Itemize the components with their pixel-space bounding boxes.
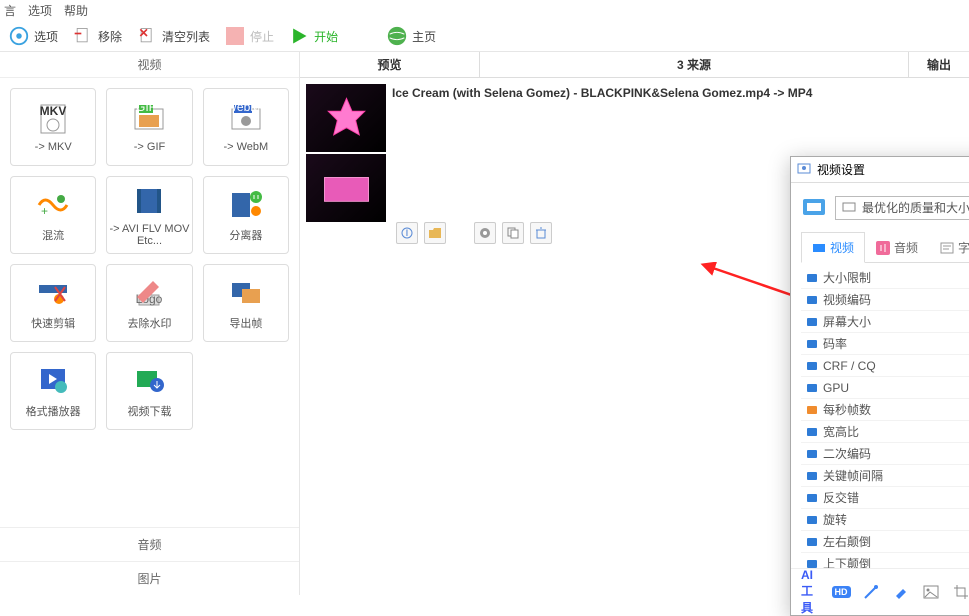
play-icon xyxy=(288,25,310,47)
clear-button[interactable]: 清空列表 xyxy=(136,25,210,47)
image-button[interactable] xyxy=(921,583,941,601)
col-output: 输出 xyxy=(909,52,969,77)
svg-text:WebM: WebM xyxy=(228,101,260,114)
property-row[interactable]: 屏幕大小<1080p xyxy=(801,311,969,333)
remove-icon xyxy=(72,25,94,47)
format-tile-avi[interactable]: -> AVI FLV MOV Etc... xyxy=(106,176,192,254)
folder-button[interactable] xyxy=(424,222,446,244)
dialog-icon xyxy=(797,161,811,178)
wand-button[interactable] xyxy=(861,583,881,601)
property-row[interactable]: 左右颠倒否 xyxy=(801,531,969,553)
video-section-header: 视频 xyxy=(0,52,299,78)
image-section[interactable]: 图片 xyxy=(0,561,299,595)
format-tile-mux[interactable]: +混流 xyxy=(10,176,96,254)
format-tile-gif[interactable]: GIF-> GIF xyxy=(106,88,192,166)
format-tile-player[interactable]: 格式播放器 xyxy=(10,352,96,430)
tab-subtitle[interactable]: 字幕 xyxy=(929,232,969,262)
property-row[interactable]: 视频编码HEVC(H265) xyxy=(801,289,969,311)
tab-audio[interactable]: 音频 xyxy=(865,232,929,262)
format-tile-webm[interactable]: WebM-> WebM xyxy=(203,88,289,166)
options-button[interactable]: 选项 xyxy=(8,25,58,47)
format-tile-cut[interactable]: 快速剪辑 xyxy=(10,264,96,342)
menu-item[interactable]: 选项 xyxy=(28,2,52,19)
property-row[interactable]: 旋转否 xyxy=(801,509,969,531)
property-row[interactable]: 上下颠倒否 xyxy=(801,553,969,568)
hd-button[interactable]: HD xyxy=(831,583,851,601)
svg-text:GIF: GIF xyxy=(136,101,156,114)
audio-section[interactable]: 音频 xyxy=(0,527,299,561)
globe-icon xyxy=(386,25,408,47)
col-source: 3 来源 xyxy=(480,52,909,77)
svg-text:i: i xyxy=(406,227,409,239)
property-row[interactable]: 关键帧间隔默认 xyxy=(801,465,969,487)
format-tile-download[interactable]: 视频下载 xyxy=(106,352,192,430)
property-row[interactable]: 大小限制关闭 xyxy=(801,267,969,289)
tab-video[interactable]: 视频 xyxy=(801,232,865,263)
property-row[interactable]: CRF / CQ关闭 xyxy=(801,355,969,377)
video-settings-dialog: 视频设置 — □ ✕ 最优化的质量和大小 ▾ 另存为 视频 xyxy=(790,156,969,616)
start-button[interactable]: 开始 xyxy=(288,25,338,47)
gear-icon xyxy=(8,25,30,47)
video-thumbnail[interactable] xyxy=(306,84,386,152)
dialog-title: 视频设置 xyxy=(817,161,865,178)
menu-item[interactable]: 帮助 xyxy=(64,2,88,19)
format-tile-mkv[interactable]: MKV-> MKV xyxy=(10,88,96,166)
property-row[interactable]: 二次编码否 xyxy=(801,443,969,465)
video-thumbnail[interactable] xyxy=(306,154,386,222)
preset-icon xyxy=(801,193,827,222)
property-row[interactable]: 反交错否 xyxy=(801,487,969,509)
ai-tools-button[interactable]: AI工具 xyxy=(801,583,821,601)
stop-icon xyxy=(224,25,246,47)
preset-dropdown[interactable]: 最优化的质量和大小 ▾ xyxy=(835,196,969,220)
display-icon xyxy=(842,201,856,215)
svg-text:+: + xyxy=(41,204,48,218)
format-tile-demux[interactable]: 分离器 xyxy=(203,176,289,254)
menu-item[interactable]: 言 xyxy=(4,2,16,19)
clear-icon xyxy=(136,25,158,47)
format-tile-frames[interactable]: 导出帧 xyxy=(203,264,289,342)
property-row[interactable]: 宽高比自动 xyxy=(801,421,969,443)
svg-text:MKV: MKV xyxy=(40,104,67,118)
delete-button[interactable] xyxy=(530,222,552,244)
remove-button[interactable]: 移除 xyxy=(72,25,122,47)
property-row[interactable]: GPU自动检测 xyxy=(801,377,969,399)
info-button[interactable]: i xyxy=(396,222,418,244)
property-row[interactable]: 码率默认 xyxy=(801,333,969,355)
format-tile-logo[interactable]: Logo去除水印 xyxy=(106,264,192,342)
file-title: Ice Cream (with Selena Gomez) - BLACKPIN… xyxy=(392,84,963,102)
crop-button[interactable] xyxy=(951,583,969,601)
gear-button[interactable] xyxy=(474,222,496,244)
property-row[interactable]: 每秒帧数默认 xyxy=(801,399,969,421)
stop-button[interactable]: 停止 xyxy=(224,25,274,47)
spacer xyxy=(452,222,468,244)
copy-button[interactable] xyxy=(502,222,524,244)
col-preview: 预览 xyxy=(300,52,480,77)
eraser-button[interactable] xyxy=(891,583,911,601)
home-button[interactable]: 主页 xyxy=(386,25,436,47)
